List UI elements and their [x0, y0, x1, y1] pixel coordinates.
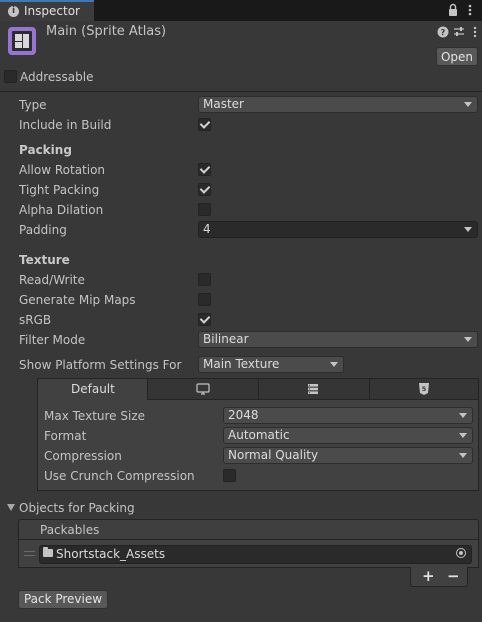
tab-default-label: Default — [71, 382, 115, 396]
packable-item-name: Shortstack_Assets — [56, 547, 166, 561]
tab-standalone[interactable] — [148, 379, 259, 400]
format-value: Automatic — [228, 428, 290, 442]
show-platform-label: Show Platform Settings For — [19, 358, 182, 372]
preset-icon[interactable] — [453, 26, 465, 38]
tab-label: Inspector — [24, 4, 80, 18]
tight-packing-label: Tight Packing — [19, 183, 100, 197]
use-crunch-label: Use Crunch Compression — [44, 469, 195, 483]
chevron-down-icon — [459, 433, 467, 438]
addressable-label: Addressable — [20, 70, 94, 84]
header-divider — [0, 91, 482, 92]
format-label: Format — [44, 429, 87, 443]
generate-mip-maps-label: Generate Mip Maps — [19, 293, 136, 307]
objects-for-packing-label[interactable]: Objects for Packing — [19, 501, 135, 515]
filter-mode-label: Filter Mode — [19, 333, 86, 347]
sprite-atlas-icon — [8, 27, 36, 55]
padding-label: Padding — [19, 223, 67, 237]
padding-dropdown[interactable]: 4 — [198, 221, 478, 238]
texture-heading: Texture — [19, 253, 70, 267]
use-crunch-checkbox[interactable] — [223, 469, 236, 482]
server-icon — [308, 384, 318, 394]
tab-inspector[interactable]: i Inspector — [0, 0, 94, 21]
pack-preview-button[interactable]: Pack Preview — [18, 590, 108, 609]
packables-list-header: Packables — [18, 519, 479, 540]
max-texture-size-label: Max Texture Size — [44, 409, 145, 423]
show-platform-dropdown[interactable]: Main Texture — [198, 356, 344, 373]
include-in-build-label: Include in Build — [19, 118, 112, 132]
padding-value: 4 — [203, 222, 211, 236]
asset-title: Main (Sprite Atlas) — [46, 24, 167, 39]
filter-mode-dropdown[interactable]: Bilinear — [198, 331, 478, 348]
chevron-down-icon — [459, 413, 467, 418]
tab-server[interactable] — [259, 379, 370, 400]
chevron-down-icon — [459, 453, 467, 458]
addressable-checkbox[interactable] — [4, 70, 17, 83]
alpha-dilation-checkbox[interactable] — [198, 203, 211, 216]
header-menu-icon[interactable] — [469, 26, 481, 38]
include-in-build-checkbox[interactable] — [198, 118, 211, 131]
packables-header-label: Packables — [40, 523, 100, 537]
read-write-checkbox[interactable] — [198, 273, 211, 286]
monitor-icon — [196, 383, 210, 395]
open-button[interactable]: Open — [436, 47, 478, 66]
generate-mip-maps-checkbox[interactable] — [198, 293, 211, 306]
type-label: Type — [19, 98, 47, 112]
help-icon[interactable]: ? — [437, 26, 449, 38]
allow-rotation-label: Allow Rotation — [19, 163, 106, 177]
lock-icon[interactable] — [446, 3, 460, 17]
max-texture-size-dropdown[interactable]: 2048 — [223, 407, 473, 424]
srgb-checkbox[interactable] — [198, 313, 211, 326]
chevron-down-icon — [464, 102, 472, 107]
srgb-label: sRGB — [19, 313, 52, 327]
drag-handle-icon[interactable] — [24, 551, 35, 556]
chevron-down-icon — [330, 362, 338, 367]
tight-packing-checkbox[interactable] — [198, 183, 211, 196]
folder-icon — [43, 547, 53, 557]
svg-text:5: 5 — [422, 385, 427, 393]
info-icon: i — [8, 6, 19, 17]
packing-heading: Packing — [19, 143, 72, 157]
foldout-arrow-icon[interactable] — [7, 504, 15, 511]
type-value: Master — [203, 97, 244, 111]
add-item-button[interactable]: + — [422, 568, 435, 584]
tab-webgl[interactable]: 5 — [370, 379, 478, 400]
max-texture-size-value: 2048 — [228, 408, 259, 422]
compression-label: Compression — [44, 449, 122, 463]
allow-rotation-checkbox[interactable] — [198, 163, 211, 176]
tab-default[interactable]: Default — [38, 379, 148, 400]
svg-text:?: ? — [441, 28, 446, 37]
remove-item-button[interactable]: − — [447, 568, 460, 584]
show-platform-value: Main Texture — [203, 357, 280, 371]
compression-dropdown[interactable]: Normal Quality — [223, 447, 473, 464]
read-write-label: Read/Write — [19, 273, 85, 287]
list-footer: + − — [410, 567, 468, 587]
more-menu-icon[interactable] — [465, 2, 475, 18]
format-dropdown[interactable]: Automatic — [223, 427, 473, 444]
filter-mode-value: Bilinear — [203, 332, 249, 346]
object-picker-icon[interactable] — [456, 548, 466, 558]
chevron-down-icon — [464, 337, 472, 342]
chevron-down-icon — [464, 227, 472, 232]
html5-icon: 5 — [419, 383, 429, 395]
type-dropdown[interactable]: Master — [198, 96, 478, 113]
compression-value: Normal Quality — [228, 448, 319, 462]
alpha-dilation-label: Alpha Dilation — [19, 203, 104, 217]
